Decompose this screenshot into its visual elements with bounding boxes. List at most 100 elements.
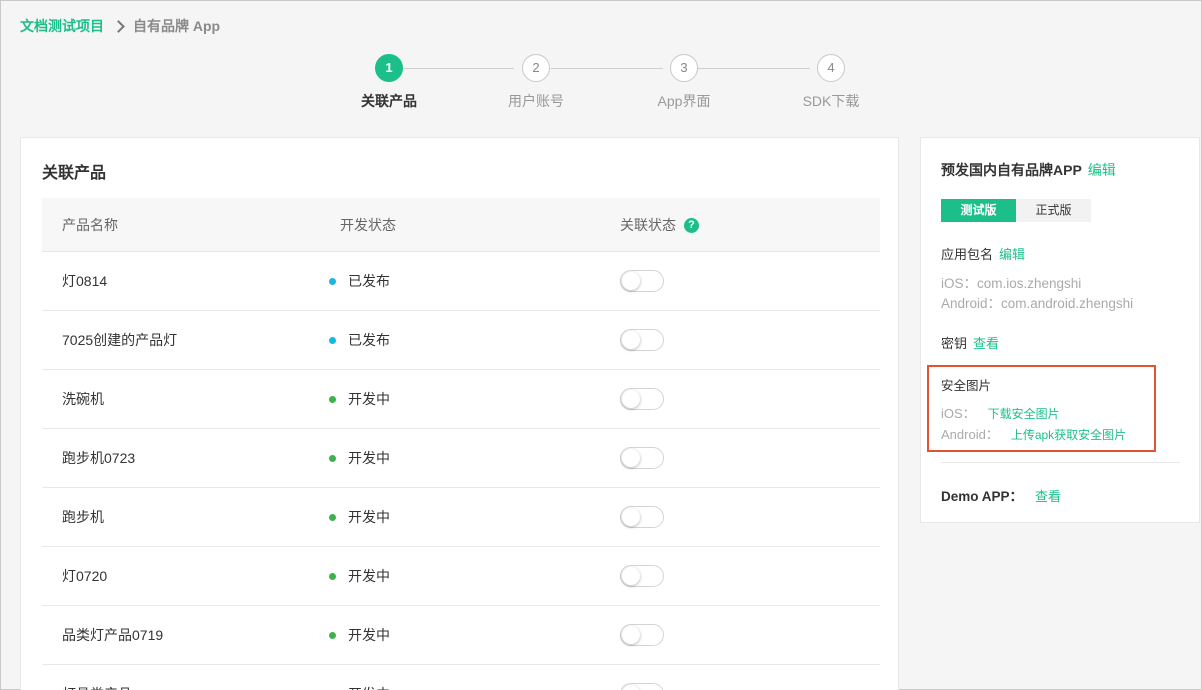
step-4[interactable]: 4 SDK下载 <box>771 54 891 111</box>
chevron-right-icon <box>112 19 125 33</box>
edit-app-title-link[interactable]: 编辑 <box>1088 162 1116 178</box>
link-toggle[interactable] <box>620 624 664 646</box>
step-label: 关联产品 <box>361 93 417 109</box>
step-label: App界面 <box>657 93 711 109</box>
toggle-knob <box>622 685 640 690</box>
product-name: 洗碗机 <box>62 391 104 407</box>
column-header-dev-status: 开发状态 <box>340 216 396 233</box>
table-row: 洗碗机 开发中 <box>42 370 880 429</box>
key-label: 密钥 查看 <box>941 333 999 352</box>
status-dot <box>329 336 336 344</box>
table-row: 跑步机0723 开发中 <box>42 429 880 488</box>
link-toggle[interactable] <box>620 683 664 690</box>
table-row: 7025创建的产品灯 已发布 <box>42 311 880 370</box>
link-toggle[interactable] <box>620 329 664 351</box>
edit-package-link[interactable]: 编辑 <box>999 247 1025 262</box>
dev-status: 开发中 <box>329 625 390 645</box>
android-package: Android：com.android.zhengshi <box>941 296 1134 311</box>
table-body: 灯0814 已发布 7025创建的产品灯 已发布 洗碗机 开发中 跑步机0723 开发中 跑步机… <box>42 252 880 690</box>
toggle-knob <box>622 626 640 644</box>
breadcrumb-current: 自有品牌 App <box>133 18 221 34</box>
app-title-text: 预发国内自有品牌APP <box>941 162 1082 178</box>
app-info-panel: 预发国内自有品牌APP 编辑 测试版 正式版 应用包名 编辑 iOS：com.ios… <box>920 137 1200 523</box>
app-title: 预发国内自有品牌APP 编辑 <box>941 160 1116 180</box>
product-name: 灯具类产品 <box>62 684 132 690</box>
step-1[interactable]: 1 关联产品 <box>329 54 449 111</box>
dev-status-text: 已发布 <box>348 273 390 289</box>
view-demo-link[interactable]: 查看 <box>1035 489 1061 504</box>
dev-status-text: 开发中 <box>348 627 390 643</box>
safe-image-ios-label: iOS： <box>941 406 976 421</box>
step-number: 1 <box>375 54 403 82</box>
package-name-label-text: 应用包名 <box>941 247 994 262</box>
table-row: 灯0720 开发中 <box>42 547 880 606</box>
product-name: 品类灯产品0719 <box>62 627 164 643</box>
column-header-name: 产品名称 <box>62 216 118 233</box>
table-row: 品类灯产品0719 开发中 <box>42 606 880 665</box>
link-toggle[interactable] <box>620 447 664 469</box>
safe-image-highlight: 安全图片 iOS： 下载安全图片 Android： 上传apk获取安全图片 <box>927 365 1156 452</box>
toggle-knob <box>622 390 640 408</box>
package-name-label: 应用包名 编辑 <box>941 244 1025 263</box>
ios-package: iOS：com.ios.zhengshi <box>941 276 1082 291</box>
dev-status-text: 开发中 <box>348 450 390 466</box>
dev-status: 开发中 <box>329 507 390 527</box>
products-table: 产品名称 开发状态 关联状态? 灯0814 已发布 7025创建的产品灯 已发布洗碗机… <box>42 198 880 690</box>
toggle-knob <box>622 508 640 526</box>
status-dot <box>329 277 336 285</box>
link-toggle[interactable] <box>620 270 664 292</box>
link-toggle[interactable] <box>620 565 664 587</box>
link-toggle[interactable] <box>620 506 664 528</box>
linked-products-panel: 关联产品 产品名称 开发状态 关联状态? 灯0814 已发布 7025创建的产品灯 已… <box>20 137 899 690</box>
table-row: 灯具类产品 开发中 <box>42 665 880 690</box>
panel-title: 关联产品 <box>42 165 107 182</box>
table-header: 产品名称 开发状态 关联状态? <box>42 198 880 252</box>
status-dot <box>329 454 336 462</box>
product-name: 跑步机0723 <box>62 450 136 466</box>
demo-app: Demo APP： 查看 <box>941 485 1061 505</box>
product-name: 跑步机 <box>62 509 104 525</box>
dev-status-text: 开发中 <box>348 391 390 407</box>
dev-status: 开发中 <box>329 448 390 468</box>
status-dot <box>329 395 336 403</box>
dev-status: 开发中 <box>329 389 390 409</box>
product-name: 7025创建的产品灯 <box>62 332 178 348</box>
step-2[interactable]: 2 用户账号 <box>476 54 596 111</box>
column-header-link-status-label: 关联状态 <box>620 216 676 233</box>
tab-release-version[interactable]: 正式版 <box>1016 199 1091 222</box>
upload-apk-link[interactable]: 上传apk获取安全图片 <box>1011 428 1126 442</box>
dev-status: 开发中 <box>329 566 390 586</box>
dev-status: 已发布 <box>329 330 390 350</box>
column-header-link-status: 关联状态? <box>620 215 699 235</box>
link-toggle[interactable] <box>620 388 664 410</box>
toggle-knob <box>622 449 640 467</box>
step-3[interactable]: 3 App界面 <box>624 54 744 111</box>
status-dot <box>329 631 336 639</box>
dev-status-text: 已发布 <box>348 332 390 348</box>
toggle-knob <box>622 567 640 585</box>
table-row: 灯0814 已发布 <box>42 252 880 311</box>
dev-status-text: 开发中 <box>348 568 390 584</box>
toggle-knob <box>622 331 640 349</box>
product-name: 灯0720 <box>62 568 108 584</box>
safe-image-ios: iOS： 下载安全图片 <box>941 403 1060 422</box>
breadcrumb-project-link[interactable]: 文档测试项目 <box>20 16 104 36</box>
dev-status: 已发布 <box>329 271 390 291</box>
dev-status-text: 开发中 <box>348 686 390 690</box>
step-label: SDK下载 <box>802 93 860 109</box>
status-dot <box>329 513 336 521</box>
product-name: 灯0814 <box>62 273 108 289</box>
view-key-link[interactable]: 查看 <box>973 336 999 351</box>
table-row: 跑步机 开发中 <box>42 488 880 547</box>
step-label: 用户账号 <box>508 93 564 109</box>
breadcrumb: 文档测试项目 自有品牌 App <box>20 16 220 36</box>
key-label-text: 密钥 <box>941 336 968 351</box>
step-number: 4 <box>817 54 845 82</box>
step-progress: 1 关联产品 2 用户账号 3 App界面 4 SDK下载 <box>1 54 1202 114</box>
help-icon[interactable]: ? <box>684 218 699 234</box>
download-safe-image-link[interactable]: 下载安全图片 <box>988 407 1060 421</box>
toggle-knob <box>622 272 640 290</box>
dev-status-text: 开发中 <box>348 509 390 525</box>
step-number: 3 <box>670 54 698 82</box>
tab-test-version[interactable]: 测试版 <box>941 199 1016 222</box>
